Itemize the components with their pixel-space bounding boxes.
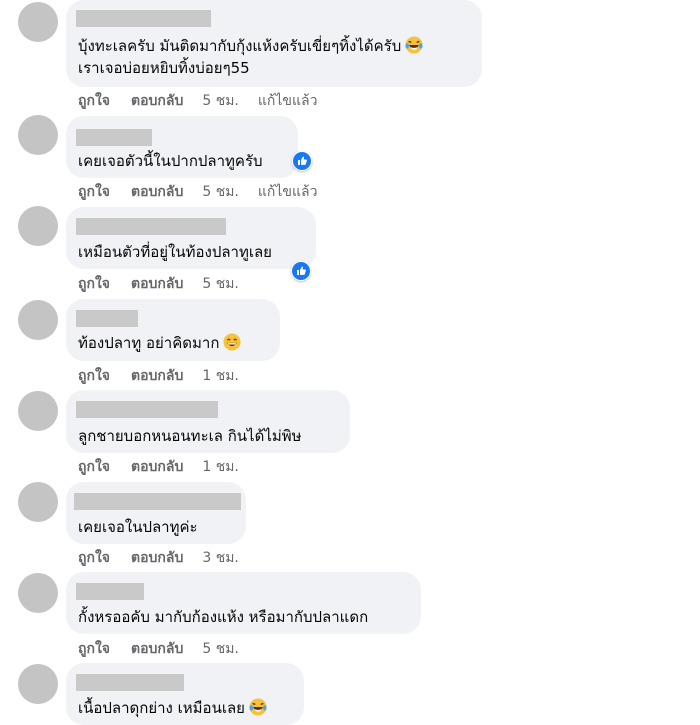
comment-bubble: ลูกชายบอกหนอนทะเล กินได้ไม่พิษ: [66, 390, 350, 453]
timestamp[interactable]: 5 ชม.: [202, 183, 239, 201]
comment-text: เคยเจอในปลาทูค่ะ: [78, 518, 198, 536]
comment-text: กั้งหรออคับ มากับก้องแห้ง หรือมากับปลาแด…: [78, 608, 369, 626]
comment-text: ลูกชายบอกหนอนทะเล กินได้ไม่พิษ: [78, 427, 302, 445]
comment-text: เราเจอบ่อยหยิบทิ้งบ่อยๆ55: [78, 59, 250, 77]
reply-link[interactable]: ตอบกลับ: [131, 549, 183, 567]
timestamp[interactable]: 5 ชม.: [202, 92, 239, 110]
timestamp[interactable]: 1 ชม.: [202, 367, 239, 385]
avatar[interactable]: [18, 482, 58, 522]
like-link[interactable]: ถูกใจ: [78, 92, 110, 110]
comment-bubble: เคยเจอในปลาทูค่ะ: [66, 482, 246, 544]
like-link[interactable]: ถูกใจ: [78, 275, 110, 293]
comment-bubble: เคยเจอตัวนี้ในปากปลาทูครับ: [66, 116, 298, 178]
timestamp[interactable]: 3 ชม.: [202, 549, 239, 567]
commenter-name-redacted[interactable]: [76, 674, 184, 691]
commenter-name-redacted[interactable]: [76, 129, 152, 146]
like-icon: [292, 262, 310, 280]
comment-text: เหมือนตัวที่อยู่ในท้องปลาทูเลย: [78, 243, 272, 261]
comment-actions: ถูกใจ ตอบกลับ 1 ชม.: [78, 458, 239, 476]
comment-text: เนื้อปลาดุกย่าง เหมือนเลย: [78, 699, 245, 717]
reply-link[interactable]: ตอบกลับ: [131, 367, 183, 385]
like-link[interactable]: ถูกใจ: [78, 367, 110, 385]
comment-text: เคยเจอตัวนี้ในปากปลาทูครับ: [78, 152, 263, 170]
edited-label: แก้ไขแล้ว: [257, 93, 318, 109]
comment-actions: ถูกใจ ตอบกลับ 5 ชม. แก้ไขแล้ว: [78, 183, 317, 201]
reply-link[interactable]: ตอบกลับ: [131, 92, 183, 110]
commenter-name-redacted[interactable]: [76, 310, 138, 327]
commenter-name-redacted[interactable]: [76, 583, 144, 600]
avatar[interactable]: [18, 206, 58, 246]
reply-link[interactable]: ตอบกลับ: [131, 640, 183, 658]
like-reaction-badge[interactable]: [292, 151, 312, 171]
commenter-name-redacted[interactable]: [76, 401, 218, 418]
laughing-tears-emoji-icon: [405, 36, 423, 54]
timestamp[interactable]: 1 ชม.: [202, 458, 239, 476]
like-link[interactable]: ถูกใจ: [78, 458, 110, 476]
reply-link[interactable]: ตอบกลับ: [131, 183, 183, 201]
comment-bubble: เหมือนตัวที่อยู่ในท้องปลาทูเลย: [66, 207, 316, 269]
like-link[interactable]: ถูกใจ: [78, 549, 110, 567]
edited-label: แก้ไขแล้ว: [257, 184, 318, 200]
comment-actions: ถูกใจ ตอบกลับ 5 ชม.: [78, 640, 239, 658]
avatar[interactable]: [18, 2, 58, 42]
comment-actions: ถูกใจ ตอบกลับ 5 ชม. แก้ไขแล้ว: [78, 92, 317, 110]
like-link[interactable]: ถูกใจ: [78, 183, 110, 201]
avatar[interactable]: [18, 300, 58, 340]
commenter-name-redacted[interactable]: [74, 493, 241, 510]
comment-bubble: กั้งหรออคับ มากับก้องแห้ง หรือมากับปลาแด…: [66, 572, 421, 634]
avatar[interactable]: [18, 664, 58, 704]
comment-bubble: เนื้อปลาดุกย่าง เหมือนเลย: [66, 663, 304, 725]
comment-actions: ถูกใจ ตอบกลับ 3 ชม.: [78, 549, 239, 567]
reply-link[interactable]: ตอบกลับ: [131, 275, 183, 293]
reply-link[interactable]: ตอบกลับ: [131, 458, 183, 476]
comment-bubble: บุ้งทะเลครับ มันติดมากับกุ้งแห้งครับเขี่…: [66, 0, 482, 87]
avatar[interactable]: [18, 573, 58, 613]
avatar[interactable]: [18, 115, 58, 155]
like-reaction-badge[interactable]: [291, 261, 311, 281]
commenter-name-redacted[interactable]: [76, 218, 226, 235]
timestamp[interactable]: 5 ชม.: [202, 275, 239, 293]
comment-actions: ถูกใจ ตอบกลับ 5 ชม.: [78, 275, 239, 293]
like-link[interactable]: ถูกใจ: [78, 640, 110, 658]
comment-bubble: ท้องปลาทู อย่าคิดมาก: [66, 299, 280, 361]
grin-emoji-icon: [223, 333, 241, 351]
comment-text: ท้องปลาทู อย่าคิดมาก: [78, 334, 220, 352]
commenter-name-redacted[interactable]: [76, 10, 211, 27]
comment-text: บุ้งทะเลครับ มันติดมากับกุ้งแห้งครับเขี่…: [78, 37, 402, 55]
timestamp[interactable]: 5 ชม.: [202, 640, 239, 658]
comment-actions: ถูกใจ ตอบกลับ 1 ชม.: [78, 367, 239, 385]
avatar[interactable]: [18, 391, 58, 431]
like-icon: [293, 152, 311, 170]
laughing-tears-emoji-icon: [249, 698, 267, 716]
